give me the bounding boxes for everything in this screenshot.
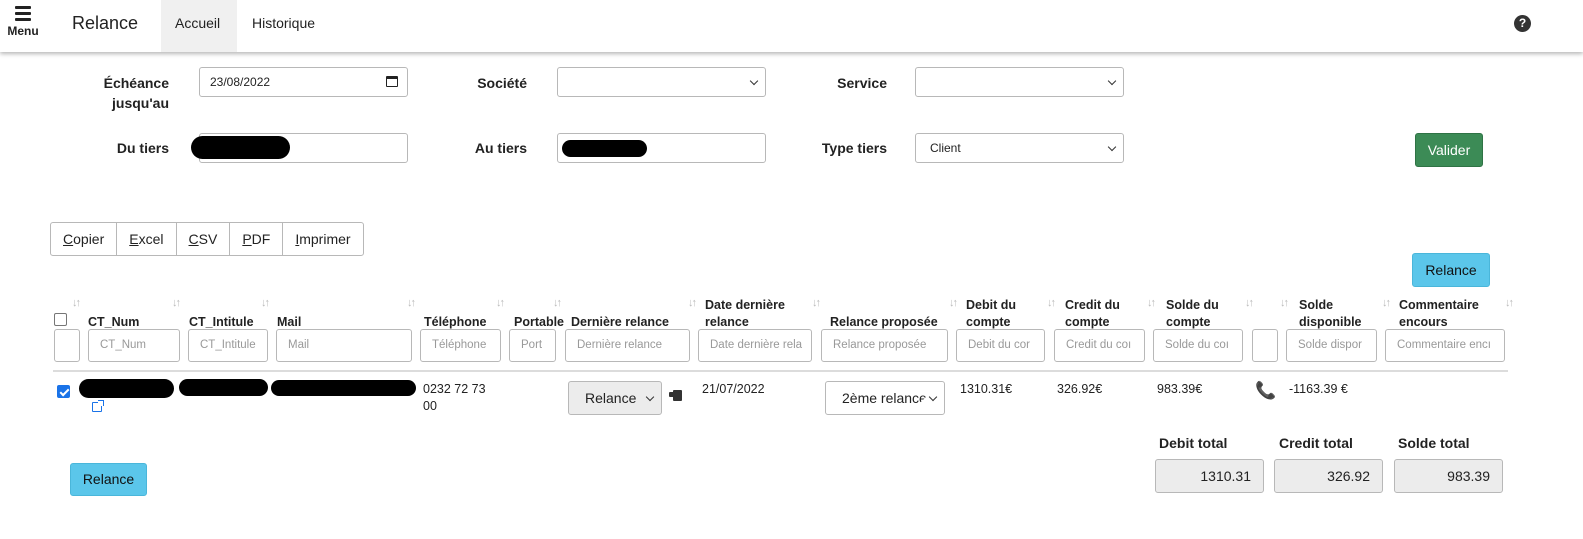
- external-link-icon[interactable]: [92, 400, 104, 412]
- filter-relance-proposee[interactable]: Relance proposée: [821, 329, 948, 362]
- redaction-mark: [79, 379, 174, 398]
- sort-icon[interactable]: ↓↑: [1147, 297, 1156, 309]
- header-solde-disponible[interactable]: Solde disponible: [1299, 297, 1362, 331]
- chevron-down-icon: [1107, 76, 1117, 86]
- relance-proposee-select[interactable]: 2ème relance: [825, 381, 945, 415]
- debit-total-label: Debit total: [1159, 435, 1228, 451]
- redaction-mark: [562, 140, 647, 157]
- sort-icon[interactable]: ↓↑: [1382, 297, 1391, 309]
- pdf-button[interactable]: PDF: [229, 222, 284, 256]
- filter-phone-col[interactable]: [1252, 329, 1278, 362]
- solde-total-field: 983.39: [1394, 459, 1503, 493]
- sort-icon[interactable]: ↓↑: [1245, 297, 1254, 309]
- cell-telephone: 0232 72 73 00: [423, 382, 486, 413]
- chevron-down-icon: [749, 76, 759, 86]
- chevron-down-icon: [1107, 142, 1117, 152]
- app-brand[interactable]: Relance: [72, 13, 138, 34]
- tab-accueil[interactable]: Accueil: [161, 0, 237, 52]
- service-select[interactable]: [915, 67, 1124, 97]
- credit-total-label: Credit total: [1279, 435, 1353, 451]
- sort-icon[interactable]: ↓↑: [688, 297, 697, 309]
- filter-solde-compte[interactable]: Solde du coı: [1153, 329, 1243, 362]
- calendar-icon[interactable]: [386, 76, 398, 87]
- documents-icon[interactable]: [669, 390, 682, 401]
- filter-portable[interactable]: Port: [509, 329, 556, 362]
- societe-select[interactable]: [557, 67, 766, 97]
- top-navbar: Menu Relance Accueil Historique ?: [0, 0, 1583, 52]
- echeance-label: Échéance jusqu'au: [103, 75, 169, 111]
- sort-icon[interactable]: ↓↑: [172, 297, 181, 309]
- valider-button[interactable]: Valider: [1415, 133, 1483, 167]
- filter-credit-compte[interactable]: Credit du coı: [1054, 329, 1145, 362]
- row-select-checkbox[interactable]: [57, 385, 70, 398]
- redaction-mark: [271, 380, 416, 396]
- header-credit-compte[interactable]: Credit du compte: [1065, 297, 1120, 331]
- echeance-date-input[interactable]: 23/08/2022: [199, 67, 408, 97]
- echeance-date-value: 23/08/2022: [210, 75, 271, 89]
- help-icon[interactable]: ?: [1514, 15, 1531, 32]
- du-tiers-label: Du tiers: [116, 140, 169, 156]
- imprimer-button[interactable]: Imprimer: [282, 222, 364, 256]
- chevron-down-icon: [645, 392, 655, 402]
- menu-label: Menu: [7, 24, 39, 38]
- header-commentaire-encours[interactable]: Commentaire encours: [1399, 297, 1479, 331]
- sort-icon[interactable]: ↓↑: [1280, 297, 1289, 309]
- solde-total-label: Solde total: [1398, 435, 1470, 451]
- header-solde-compte[interactable]: Solde du compte: [1166, 297, 1219, 331]
- type-tiers-select[interactable]: Client: [915, 133, 1124, 163]
- sort-icon[interactable]: ↓↑: [553, 297, 562, 309]
- societe-label: Société: [477, 75, 527, 91]
- au-tiers-label: Au tiers: [474, 140, 527, 156]
- cell-solde-compte: 983.39€: [1157, 382, 1203, 396]
- header-date-derniere-relance[interactable]: Date dernière relance: [705, 297, 785, 331]
- derniere-relance-select[interactable]: Relance: [568, 381, 662, 415]
- filter-telephone[interactable]: Téléphone: [420, 329, 501, 362]
- phone-icon[interactable]: 📞: [1255, 381, 1276, 401]
- credit-total-field: 326.92: [1274, 459, 1383, 493]
- filter-date-derniere-relance[interactable]: Date dernière rela: [698, 329, 812, 362]
- relance-button-top[interactable]: Relance: [1412, 253, 1490, 287]
- header-debit-compte[interactable]: Debit du compte: [966, 297, 1016, 331]
- sort-icon[interactable]: ↓↑: [949, 297, 958, 309]
- sort-icon[interactable]: ↓↑: [496, 297, 505, 309]
- relance-button-bottom[interactable]: Relance: [70, 463, 147, 496]
- sort-icon[interactable]: ↓↑: [1505, 297, 1514, 309]
- export-button-group: Copier Excel CSV PDF Imprimer: [50, 222, 364, 256]
- filter-commentaire-encours[interactable]: Commentaire encı: [1385, 329, 1505, 362]
- filter-mail[interactable]: Mail: [276, 329, 412, 362]
- filter-debit-compte[interactable]: Debit du cor: [956, 329, 1045, 362]
- cell-date-derniere-relance: 21/07/2022: [702, 382, 765, 396]
- chevron-down-icon: [928, 392, 938, 402]
- sort-icon[interactable]: ↓↑: [812, 297, 821, 309]
- csv-button[interactable]: CSV: [175, 222, 231, 256]
- copier-button[interactable]: Copier: [50, 222, 118, 256]
- table-header-separator: [53, 370, 1508, 372]
- redaction-mark: [179, 379, 268, 396]
- debit-total-field: 1310.31: [1155, 459, 1264, 493]
- tab-historique[interactable]: Historique: [238, 0, 329, 52]
- select-all-checkbox[interactable]: [54, 313, 67, 326]
- type-tiers-select-value: Client: [930, 141, 961, 155]
- type-tiers-label: Type tiers: [821, 140, 887, 156]
- menu-button[interactable]: Menu: [4, 4, 42, 46]
- sort-icon[interactable]: ↓↑: [261, 297, 270, 309]
- hamburger-icon: [15, 6, 31, 21]
- sort-icon[interactable]: ↓↑: [407, 297, 416, 309]
- filter-solde-disponible[interactable]: Solde dispor: [1286, 329, 1377, 362]
- redaction-mark: [191, 136, 290, 159]
- excel-button[interactable]: Excel: [116, 222, 177, 256]
- filter-derniere-relance[interactable]: Dernière relance: [565, 329, 690, 362]
- cell-credit-compte: 326.92€: [1057, 382, 1103, 396]
- service-label: Service: [837, 75, 887, 91]
- sort-icon[interactable]: ↓↑: [1047, 297, 1056, 309]
- filter-ct-num[interactable]: CT_Num: [88, 329, 180, 362]
- filter-select-col[interactable]: [54, 329, 80, 362]
- sort-icon[interactable]: ↓↑: [72, 297, 81, 309]
- cell-debit-compte: 1310.31€: [960, 382, 1013, 396]
- filter-ct-intitule[interactable]: CT_Intitule: [188, 329, 268, 362]
- cell-solde-disponible: -1163.39 €: [1289, 382, 1348, 396]
